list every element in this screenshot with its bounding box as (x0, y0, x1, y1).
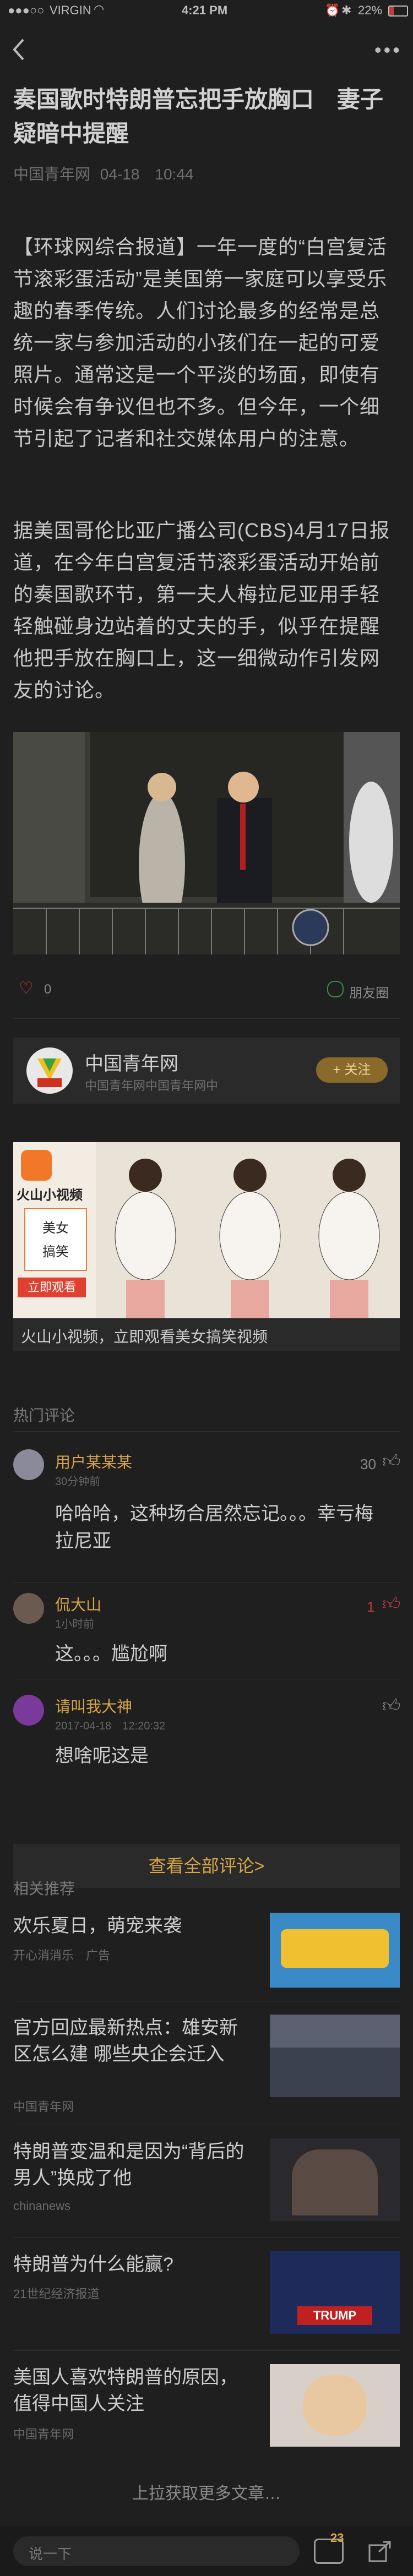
status-bar: ●●●○○ VIRGIN ◠ 4:21 PM ⏰ ✱ 22% (0, 0, 413, 22)
article-date: 04-18 10:44 (100, 166, 194, 183)
alarm-icon: ⏰ (325, 3, 340, 17)
ad-brand: 火山小视频 (17, 1188, 83, 1203)
ad-tag-1: 美女 (42, 1221, 69, 1236)
related-title: 特朗普变温和是因为“背后的男人”换成了他 (13, 2141, 244, 2188)
signal-icon: ●●●○○ (8, 3, 45, 17)
comment-item: 用户某某某 30分钟前 30 👍︎ 哈哈哈，这种场合居然忘记。。。幸亏梅拉尼亚 (13, 1445, 400, 1577)
status-time: 4:21 PM (182, 3, 228, 17)
comment-item: 侃大山 1小时前 1 👍︎ 这。。。尴尬啊 (13, 1585, 400, 1679)
source-name: 中国青年网 (85, 1054, 178, 1074)
ad-card[interactable]: 火山小视频 美女 搞笑 立即观看 火山小视频，立即观看美女搞笑视频 (13, 1142, 400, 1351)
like-count: 0 (44, 982, 52, 997)
follow-button[interactable]: + 关注 (316, 1057, 388, 1083)
heart-icon[interactable]: ♡ (19, 979, 34, 998)
comment-time: 30分钟前 (55, 1476, 101, 1488)
related-item[interactable]: 官方回应最新热点：雄安新区怎么建 哪些央企会迁入 中国青年网 (13, 2015, 400, 2119)
related-source: 开心消消乐 广告 (13, 1949, 111, 1962)
comments-header: 热门评论 (13, 1407, 75, 1424)
article-meta: 中国青年网 04-18 10:44 (13, 162, 193, 184)
related-thumbnail (270, 1913, 400, 1988)
divider (13, 1431, 400, 1432)
thumbs-up-icon[interactable]: 👍︎ (382, 1593, 400, 1614)
ad-tag-2: 搞笑 (42, 1245, 69, 1259)
more-icon[interactable]: ••• (374, 39, 402, 62)
related-thumbnail (270, 2138, 400, 2221)
source-logo (26, 1047, 73, 1094)
ad-cta-button[interactable]: 立即观看 (18, 1278, 86, 1297)
load-more-text: 上拉获取更多文章… (132, 2485, 281, 2503)
ad-caption: 火山小视频，立即观看美女搞笑视频 (21, 1328, 268, 1345)
ad-tags: 美女 搞笑 (24, 1208, 87, 1271)
related-thumbnail (270, 2015, 400, 2097)
battery-icon (388, 6, 408, 17)
comment-body: 这。。。尴尬啊 (55, 1644, 167, 1664)
comment-like-count: 30 (360, 1456, 376, 1472)
comment-input[interactable]: 说一下 (13, 2536, 300, 2566)
related-header: 相关推荐 (13, 1880, 75, 1897)
source-sub: 中国青年网中国青年网中 (85, 1079, 219, 1093)
battery-percent: 22% (358, 3, 383, 17)
ad-banner: 火山小视频 美女 搞笑 立即观看 (13, 1142, 400, 1318)
related-source: 中国青年网 (13, 2427, 74, 2441)
comment-author[interactable]: 侃大山 (55, 1593, 101, 1615)
nav-bar: ••• (0, 22, 413, 83)
comment-author[interactable]: 请叫我大神 (55, 1695, 132, 1717)
article-paragraph-1: 【环球网综合报道】一年一度的“白宫复活节滚彩蛋活动”是美国第一家庭可以享受乐趣的… (13, 236, 387, 450)
related-thumbnail (270, 2364, 400, 2447)
article-source: 中国青年网 (13, 166, 91, 183)
white-house-photo (13, 732, 400, 954)
huoshan-logo-icon (21, 1150, 52, 1181)
reaction-row: ♡ 0 朋友圈 (13, 974, 400, 1002)
related-source: chinanews (13, 2199, 70, 2213)
divider (13, 1018, 400, 1019)
source-card[interactable]: 中国青年网 中国青年网中国青年网中 + 关注 (13, 1038, 400, 1104)
comment-time: 2017-04-18 12:20:32 (55, 1720, 166, 1732)
related-title: 官方回应最新热点：雄安新区怎么建 哪些央企会迁入 (13, 2017, 238, 2065)
comment-like-count: 1 (367, 1598, 375, 1615)
bottom-bar: 说一下 23 (0, 2526, 413, 2576)
article-title: 奏国歌时特朗普忘把手放胸口 妻子疑暗中提醒 (13, 86, 384, 146)
comment-body: 想啥呢这是 (55, 1745, 149, 1766)
carrier: VIRGIN (50, 3, 91, 17)
share-moments-label[interactable]: 朋友圈 (349, 982, 389, 1001)
ad-models-image (96, 1142, 400, 1318)
thumbs-up-icon[interactable]: 👍︎ (382, 1695, 400, 1716)
comment-item: 请叫我大神 2017-04-18 12:20:32 👍︎ 想啥呢这是 (13, 1687, 400, 1781)
related-title: 欢乐夏日，萌宠来袭 (13, 1915, 182, 1936)
share-icon[interactable] (368, 2540, 393, 2563)
comment-author[interactable]: 用户某某某 (55, 1450, 132, 1472)
related-title: 特朗普为什么能赢? (13, 2254, 173, 2275)
related-item[interactable]: 美国人喜欢特朗普的原因，值得中国人关注 中国青年网 (13, 2364, 400, 2452)
related-thumbnail: TRUMP (270, 2251, 400, 2334)
article-photo[interactable] (13, 732, 400, 954)
youth-logo-icon (37, 1058, 62, 1087)
comment-time: 1小时前 (55, 1618, 95, 1630)
moments-icon[interactable] (327, 981, 344, 997)
related-item[interactable]: 特朗普变温和是因为“背后的男人”换成了他 chinanews (13, 2138, 400, 2226)
thumbs-up-icon[interactable]: 👍︎ (382, 1450, 400, 1472)
divider (13, 1582, 400, 1583)
comment-count-badge: 23 (330, 2531, 344, 2545)
wifi-icon: ◠ (94, 2, 105, 16)
avatar[interactable] (13, 1449, 44, 1480)
related-source: 21世纪经济报道 (13, 2287, 100, 2301)
related-item[interactable]: 特朗普为什么能赢? 21世纪经济报道 TRUMP (13, 2251, 400, 2339)
comment-input-placeholder: 说一下 (29, 2546, 72, 2562)
related-title: 美国人喜欢特朗普的原因，值得中国人关注 (13, 2367, 238, 2414)
divider (13, 2237, 400, 2238)
comment-body: 哈哈哈，这种场合居然忘记。。。幸亏梅拉尼亚 (55, 1503, 373, 1552)
avatar[interactable] (13, 1695, 44, 1726)
related-item[interactable]: 欢乐夏日，萌宠来袭 开心消消乐 广告 (13, 1913, 400, 1995)
back-icon[interactable] (11, 37, 26, 62)
bluetooth-icon: ✱ (341, 3, 352, 17)
avatar[interactable] (13, 1593, 44, 1624)
article-paragraph-2: 据美国哥伦比亚广播公司(CBS)4月17日报道，在今年白宫复活节滚彩蛋活动开始前… (13, 519, 390, 701)
divider (13, 2350, 400, 2351)
related-source: 中国青年网 (13, 2100, 74, 2114)
